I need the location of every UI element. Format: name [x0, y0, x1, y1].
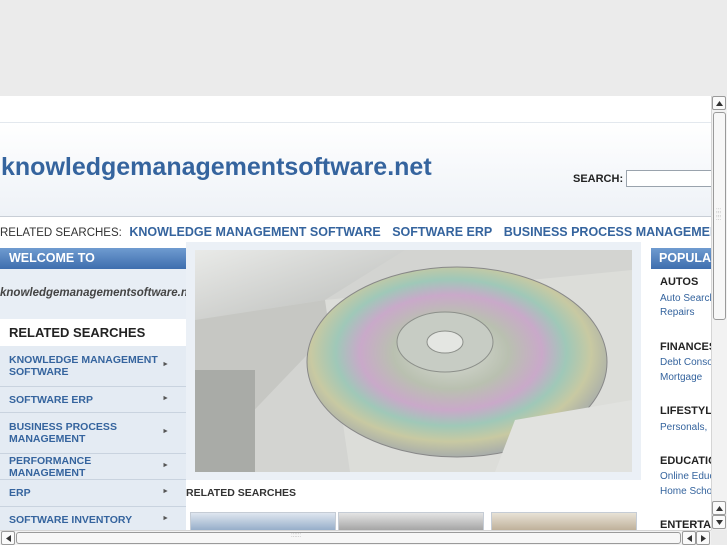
- thumbnail[interactable]: [190, 512, 336, 530]
- scroll-left-button-right[interactable]: [682, 531, 696, 545]
- popular-link[interactable]: Mortgage: [660, 372, 702, 383]
- sidebar-item-label: SOFTWARE ERP: [9, 393, 94, 406]
- arrow-right-icon: ►: [162, 461, 169, 469]
- scroll-up-button[interactable]: [712, 96, 726, 110]
- popular-category[interactable]: AUTOS: [660, 276, 698, 288]
- sidebar-item[interactable]: ERP ►: [0, 480, 186, 507]
- popular-link[interactable]: Auto Search: [660, 293, 711, 304]
- hero-image: [195, 250, 632, 472]
- grip-icon: ::::::: [291, 533, 302, 539]
- scrollbar-corner: [711, 530, 727, 545]
- sidebar-item-label: SOFTWARE INVENTORY: [9, 513, 133, 526]
- thumbnail[interactable]: [491, 512, 637, 530]
- scroll-left-button[interactable]: [1, 531, 15, 545]
- welcome-panel: knowledgemanagementsoftware.net: [0, 269, 198, 319]
- popular-category[interactable]: FINANCES: [660, 341, 711, 353]
- triangle-right-icon: [700, 534, 706, 542]
- scroll-up-button-lower[interactable]: [712, 501, 726, 515]
- triangle-up-icon: [715, 100, 723, 106]
- sidebar-item[interactable]: KNOWLEDGE MANAGEMENT SOFTWARE ►: [0, 346, 186, 387]
- horizontal-scrollbar[interactable]: ::::::: [0, 530, 711, 545]
- sidebar-heading: RELATED SEARCHES: [0, 319, 186, 346]
- site-title[interactable]: knowledgemanagementsoftware.net: [1, 153, 432, 182]
- sidebar-item[interactable]: SOFTWARE INVENTORY ►: [0, 507, 186, 530]
- search-label: SEARCH:: [573, 173, 624, 185]
- arrow-right-icon: ►: [162, 428, 169, 435]
- arrow-right-icon: ►: [162, 361, 169, 368]
- popular-link[interactable]: Personals,: [660, 422, 707, 433]
- popular-category[interactable]: EDUCATION: [660, 455, 711, 467]
- popular-link[interactable]: Debt Conso: [660, 357, 711, 368]
- related-searches-label: RELATED SEARCHES:: [0, 227, 122, 239]
- popular-link[interactable]: Online Educ: [660, 471, 711, 482]
- popular-category[interactable]: LIFESTYLE: [660, 405, 711, 417]
- related-link[interactable]: KNOWLEDGE MANAGEMENT SOFTWARE: [129, 225, 380, 239]
- arrow-right-icon: ►: [162, 488, 169, 495]
- left-sidebar: WELCOME TO knowledgemanagementsoftware.n…: [0, 248, 198, 530]
- center-related-label: RELATED SEARCHES: [186, 487, 297, 499]
- sidebar-item[interactable]: BUSINESS PROCESS MANAGEMENT ►: [0, 413, 186, 454]
- search-input[interactable]: [626, 170, 711, 187]
- welcome-heading: WELCOME TO: [0, 248, 186, 269]
- popular-link[interactable]: Home Scho: [660, 486, 711, 497]
- sidebar-list: KNOWLEDGE MANAGEMENT SOFTWARE ► SOFTWARE…: [0, 346, 186, 530]
- popular-link[interactable]: Repairs: [660, 307, 694, 318]
- scroll-right-button[interactable]: [696, 531, 710, 545]
- related-link[interactable]: BUSINESS PROCESS MANAGEMENT: [504, 225, 711, 239]
- header-divider: [0, 216, 711, 217]
- sidebar-item[interactable]: PERFORMANCE MANAGEMENT ►: [0, 454, 186, 480]
- triangle-left-icon: [686, 534, 692, 542]
- hero-frame: [186, 242, 641, 480]
- horizontal-scroll-thumb[interactable]: ::::::: [16, 532, 681, 544]
- thumbnail[interactable]: [338, 512, 484, 530]
- popular-category[interactable]: ENTERTA: [660, 519, 711, 530]
- welcome-domain: knowledgemanagementsoftware.net: [0, 287, 199, 299]
- web-page: knowledgemanagementsoftware.net SEARCH: …: [0, 96, 711, 530]
- grip-icon: :::::::::: [716, 208, 722, 222]
- sidebar-item-label: PERFORMANCE MANAGEMENT: [9, 454, 92, 479]
- related-searches-bar: RELATED SEARCHES: KNOWLEDGE MANAGEMENT S…: [0, 225, 711, 239]
- triangle-up-icon: [715, 505, 723, 511]
- arrow-right-icon: ►: [162, 394, 169, 402]
- related-link[interactable]: SOFTWARE ERP: [392, 225, 492, 239]
- sidebar-item-label: BUSINESS PROCESS MANAGEMENT: [9, 421, 117, 445]
- triangle-left-icon: [5, 534, 11, 542]
- vertical-scroll-thumb[interactable]: :::::::::: [713, 112, 726, 320]
- arrow-right-icon: ►: [162, 514, 169, 522]
- scroll-down-button[interactable]: [712, 515, 726, 529]
- sidebar-item-label: KNOWLEDGE MANAGEMENT SOFTWARE: [9, 354, 158, 378]
- browser-top-area: [0, 0, 727, 96]
- sidebar-item-label: ERP: [9, 487, 31, 499]
- triangle-down-icon: [715, 519, 723, 525]
- sidebar-item[interactable]: SOFTWARE ERP ►: [0, 387, 186, 413]
- popular-heading: POPULAR: [651, 248, 711, 269]
- cd-drive-illustration: [195, 250, 632, 472]
- vertical-scrollbar[interactable]: :::::::::: [711, 96, 727, 530]
